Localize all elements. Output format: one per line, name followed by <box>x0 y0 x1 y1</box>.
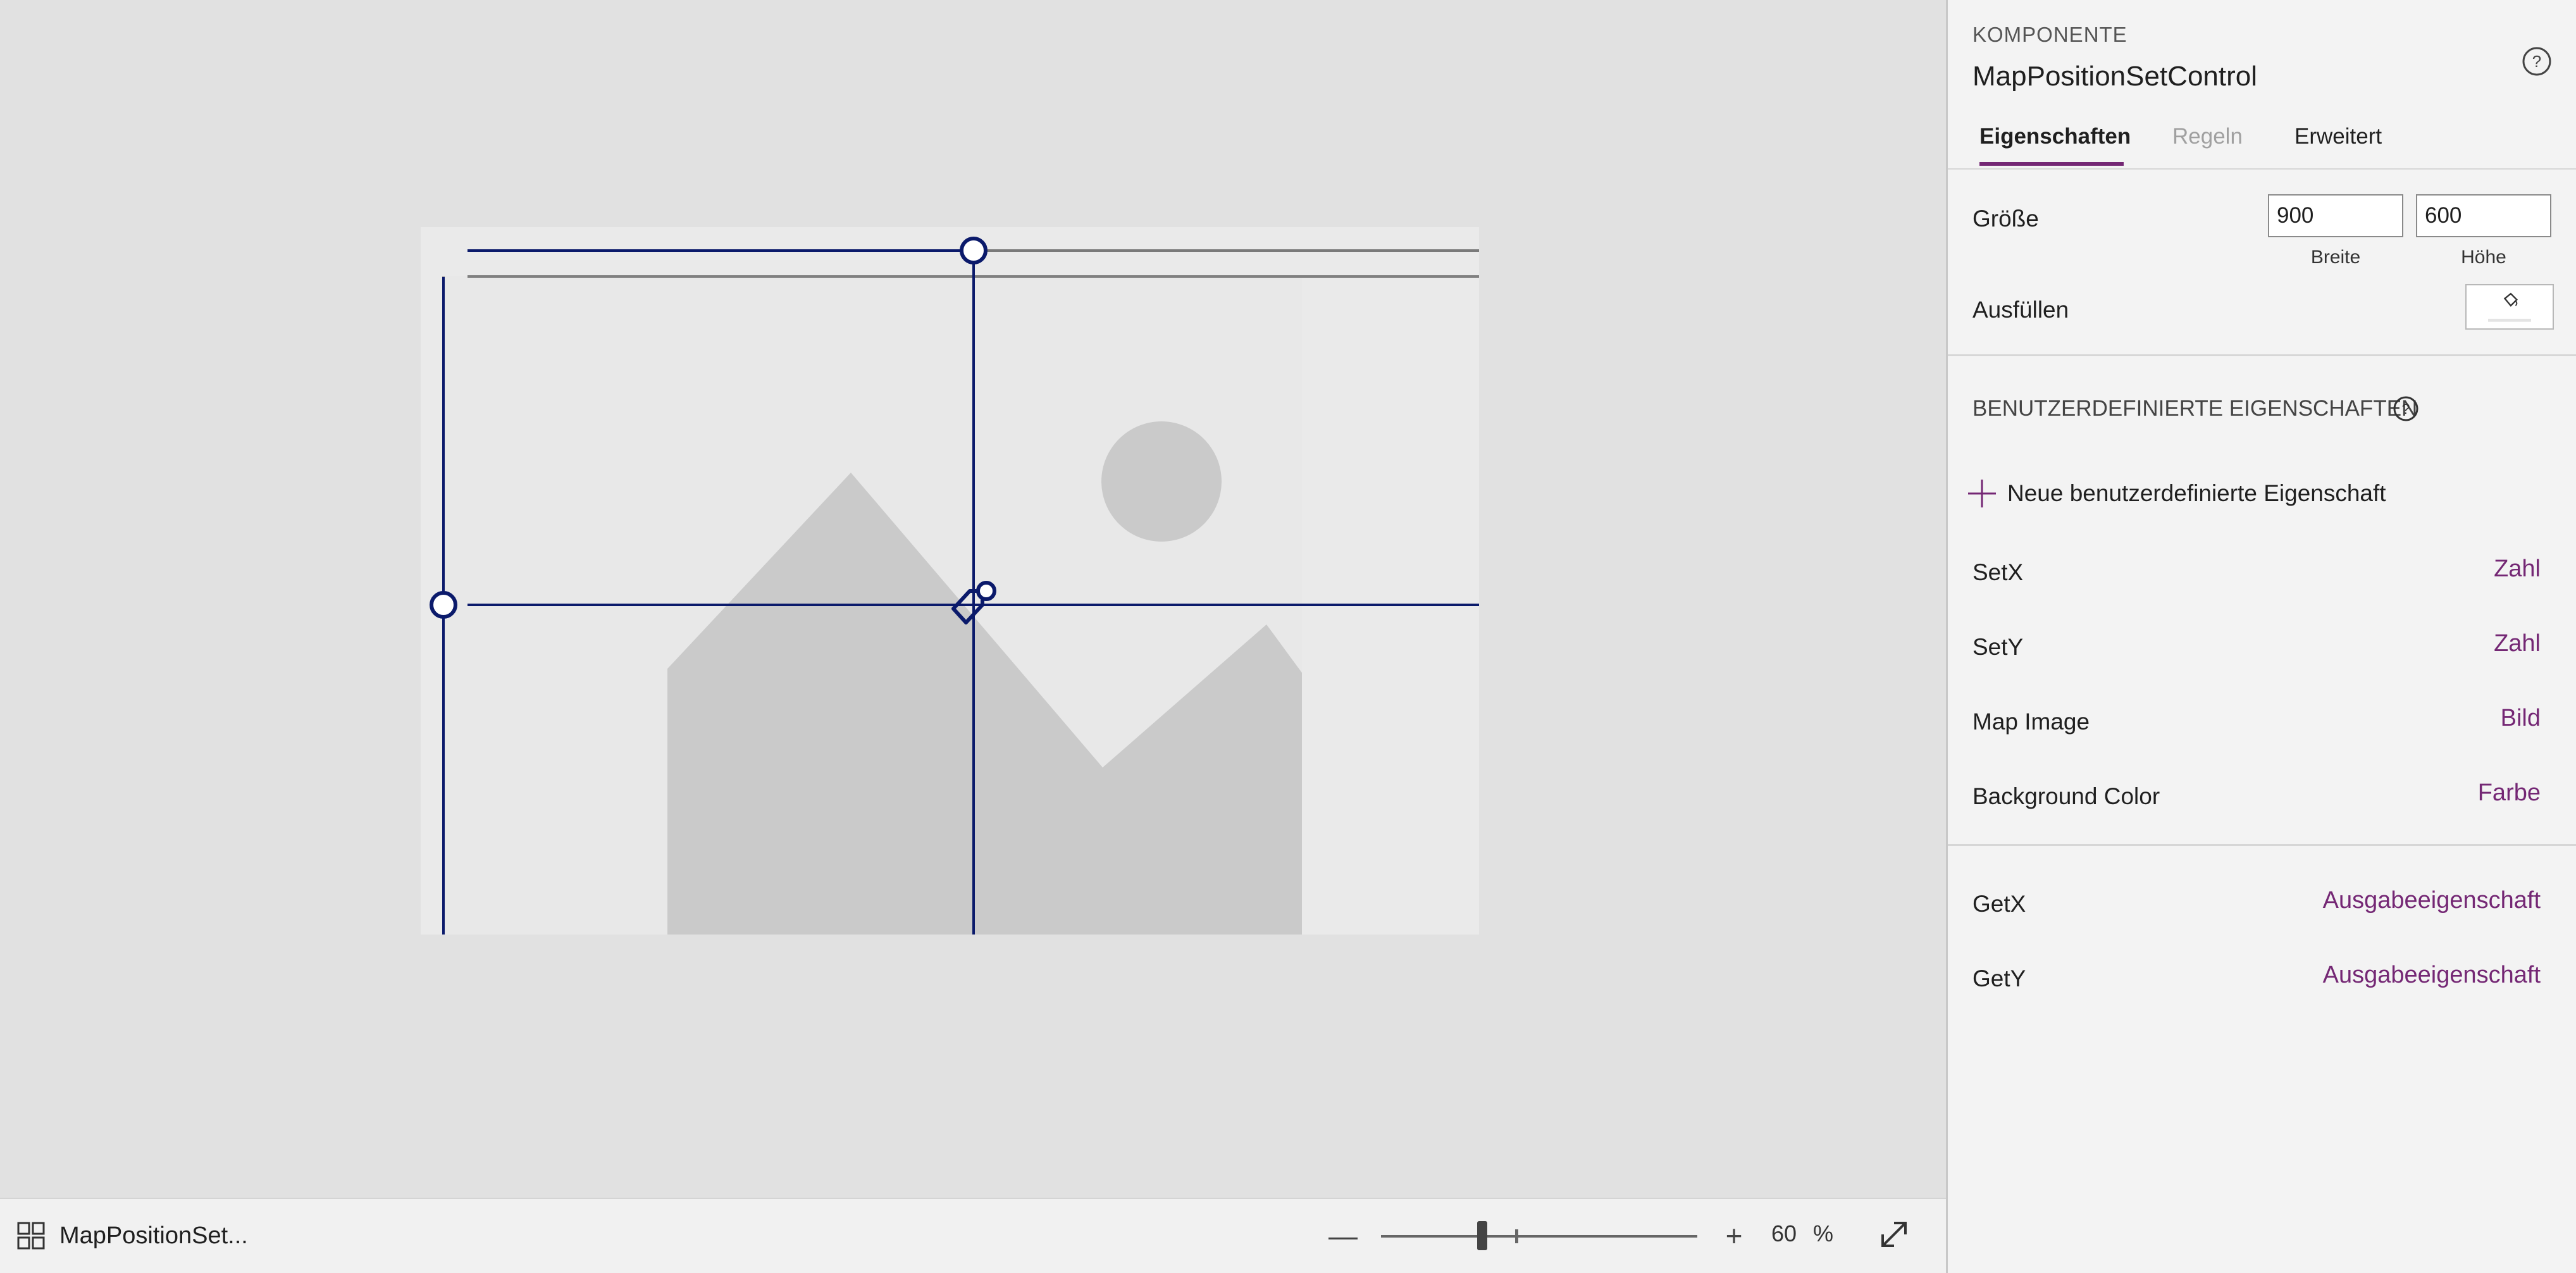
property-name: Map Image <box>1972 709 2090 735</box>
new-custom-property-button[interactable]: Neue benutzerdefinierte Eigenschaft <box>1966 477 2386 510</box>
size-label: Größe <box>1972 206 2039 232</box>
help-button[interactable]: ? <box>2521 46 2553 77</box>
property-row[interactable]: Map Image Bild <box>1948 701 2576 745</box>
custom-properties-heading: BENUTZERDEFINIERTE EIGENSCHAFTEN <box>1972 396 2418 421</box>
property-type: Farbe <box>2477 779 2541 806</box>
width-input[interactable] <box>2268 194 2403 237</box>
fit-to-window-button[interactable] <box>1876 1217 1912 1252</box>
property-type: Ausgabeeigenschaft <box>2322 962 2541 988</box>
status-bar: MapPositionSet... — + 60 % <box>0 1198 1946 1273</box>
width-caption: Breite <box>2310 247 2361 268</box>
zoom-slider-track <box>1381 1235 1697 1238</box>
property-name: GetX <box>1972 891 2026 917</box>
output-property-row[interactable]: GetX Ausgabeeigenschaft <box>1948 883 2576 928</box>
property-name: SetX <box>1972 559 2024 585</box>
zoom-value[interactable]: 60 <box>1771 1220 1797 1247</box>
zoom-in-button[interactable]: + <box>1718 1218 1750 1253</box>
active-tab-indicator <box>1979 162 2124 166</box>
properties-pane: KOMPONENTE MapPositionSetControl ? Eigen… <box>1946 0 2576 1273</box>
section-divider <box>1948 844 2576 846</box>
crosshair-overlay <box>430 237 1479 935</box>
property-name: Background Color <box>1972 783 2160 809</box>
y-slider-handle <box>430 591 457 619</box>
help-icon: ? <box>2393 396 2418 421</box>
component-name-label: MapPositionSet... <box>59 1222 248 1249</box>
zoom-slider[interactable] <box>1381 1221 1697 1250</box>
property-row[interactable]: Background Color Farbe <box>1948 776 2576 820</box>
height-caption: Höhe <box>2461 247 2506 268</box>
help-icon: ? <box>2522 47 2551 76</box>
component-icon <box>17 1222 45 1250</box>
fill-label: Ausfüllen <box>1972 297 2069 323</box>
zoom-out-button[interactable]: — <box>1327 1218 1359 1253</box>
pane-tabs: Eigenschaften Regeln Erweitert <box>1948 120 2576 170</box>
tab-advanced[interactable]: Erweitert <box>2294 124 2382 149</box>
output-property-row[interactable]: GetY Ausgabeeigenschaft <box>1948 958 2576 1002</box>
property-row[interactable]: SetY Zahl <box>1948 626 2576 671</box>
map-position-component[interactable] <box>421 227 1479 935</box>
property-name: SetY <box>1972 634 2024 660</box>
design-canvas[interactable] <box>0 0 1946 1198</box>
zoom-slider-thumb[interactable] <box>1477 1221 1487 1250</box>
expand-icon <box>1881 1222 1907 1247</box>
property-type: Bild <box>2500 705 2541 731</box>
tab-properties[interactable]: Eigenschaften <box>1979 124 2131 149</box>
custom-properties-help-button[interactable]: ? <box>2392 395 2420 423</box>
paint-bucket-icon <box>2488 292 2531 322</box>
svg-text:?: ? <box>2532 52 2541 71</box>
property-row[interactable]: SetX Zahl <box>1948 552 2576 596</box>
zoom-unit: % <box>1813 1220 1834 1246</box>
height-input[interactable] <box>2416 194 2551 237</box>
zoom-slider-default-tick <box>1515 1229 1518 1243</box>
pane-title: MapPositionSetControl <box>1972 61 2258 92</box>
x-slider-handle <box>960 237 988 264</box>
property-type: Zahl <box>2494 630 2541 657</box>
component-selector-button[interactable]: MapPositionSet... <box>16 1218 248 1253</box>
fill-color-picker[interactable] <box>2465 284 2554 330</box>
tab-rules[interactable]: Regeln <box>2172 124 2243 149</box>
svg-text:?: ? <box>2402 401 2410 417</box>
pane-kind-label: KOMPONENTE <box>1972 23 2127 46</box>
plus-icon <box>1968 480 1996 507</box>
property-type: Ausgabeeigenschaft <box>2322 887 2541 914</box>
property-type: Zahl <box>2494 556 2541 582</box>
new-custom-property-label: Neue benutzerdefinierte Eigenschaft <box>2007 480 2386 506</box>
section-divider <box>1948 354 2576 356</box>
property-name: GetY <box>1972 966 2026 991</box>
